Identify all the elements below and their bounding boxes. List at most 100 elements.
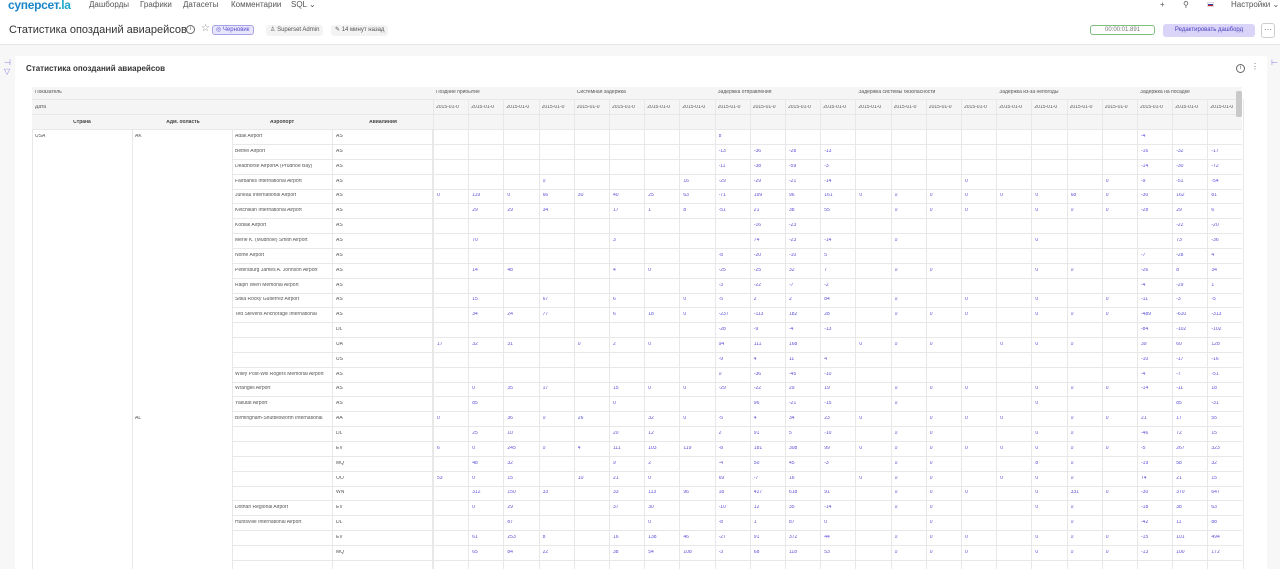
value-cell: 182 (789, 312, 798, 318)
value-cell: 32 (472, 341, 478, 347)
value-cell: 0 (1035, 237, 1039, 243)
value-cell: 8 (1035, 460, 1039, 466)
value-cell: 38 (1176, 505, 1182, 511)
value-cell: 108 (683, 549, 692, 555)
value-cell: 372 (789, 534, 798, 540)
row-divider (32, 99, 1242, 100)
value-cell: 34 (1211, 267, 1217, 273)
value-cell: -8 (718, 252, 724, 258)
value-cell: -14 (1141, 163, 1149, 169)
value-cell: 0 (929, 193, 933, 199)
value-cell: -42 (1141, 520, 1149, 526)
value-cell: 85 (472, 401, 478, 407)
value-cell: 81 (1211, 193, 1217, 199)
value-cell: -4 (1141, 134, 1146, 139)
row-divider (232, 455, 1242, 457)
value-cell: 119 (683, 445, 692, 451)
value-cell: 0 (965, 312, 968, 318)
value-cell: 323 (1211, 445, 1220, 451)
date-header: 2015-01-0 (647, 105, 670, 110)
value-cell: 0 (1035, 401, 1039, 407)
value-cell: 91 (824, 490, 830, 496)
date-header: 2015-01-0 (1069, 105, 1093, 110)
value-cell: 21 (613, 475, 619, 481)
value-cell: 0 (1000, 445, 1003, 451)
value-cell: 0 (1070, 505, 1074, 511)
value-cell: 0 (683, 312, 687, 318)
value-cell: 0 (1105, 445, 1109, 451)
value-cell: 2 (613, 341, 616, 347)
value-cell: 331 (1070, 490, 1079, 496)
value-cell: -13 (824, 327, 832, 333)
value-cell: -31 (1211, 401, 1219, 407)
value-cell: 0 (859, 341, 863, 347)
value-cell: 0 (929, 312, 933, 318)
value-cell: 6 (437, 445, 440, 451)
value-cell: 36 (507, 416, 513, 422)
value-cell: 99 (824, 445, 830, 451)
row-divider (232, 158, 1242, 160)
airline-cell: AS (336, 267, 343, 273)
value-cell: 53 (437, 475, 443, 481)
value-cell: -8 (718, 445, 724, 451)
value-cell: -3 (718, 549, 724, 555)
value-cell: 16 (683, 178, 689, 184)
value-cell: 0 (437, 416, 440, 422)
value-cell: -72 (1211, 163, 1219, 169)
value-cell: 0 (1070, 416, 1074, 422)
value-cell: -7 (753, 475, 759, 481)
date-header: 2015-01-0 (1104, 105, 1128, 110)
value-cell: -9 (718, 356, 724, 362)
airport-cell: Bethel Airport (235, 148, 266, 154)
value-cell: -38 (753, 163, 762, 169)
value-cell: 67 (542, 297, 549, 303)
value-cell: 245 (507, 445, 516, 451)
value-cell: -36 (753, 148, 762, 154)
value-cell: -51 (718, 208, 726, 214)
value-cell: -5 (718, 297, 724, 303)
value-cell: 0 (1105, 416, 1109, 422)
value-cell: 0 (894, 549, 898, 555)
row-divider (232, 277, 1242, 279)
column-divider (332, 129, 333, 569)
column-divider (891, 99, 892, 569)
value-cell: 0 (929, 475, 933, 481)
row-divider (232, 411, 1242, 413)
value-cell: 0 (894, 401, 898, 407)
value-cell: 74 (753, 237, 760, 243)
value-cell: -25 (718, 267, 726, 273)
value-cell: 48 (472, 460, 478, 466)
value-cell: 267 (1176, 445, 1185, 451)
value-cell: 119 (472, 193, 481, 199)
value-cell: 66 (542, 193, 549, 199)
value-cell: 58 (1176, 460, 1182, 466)
row-divider (232, 233, 1242, 235)
value-cell: -22 (753, 386, 762, 392)
value-cell: 17 (1176, 416, 1182, 422)
row-divider (232, 366, 1242, 368)
column-divider (750, 99, 751, 569)
airport-cell: Sitka Rocky Gutierrez Airport (235, 297, 300, 303)
value-cell: 103 (648, 445, 657, 451)
value-cell: -4 (1141, 371, 1146, 377)
column-divider (132, 129, 133, 569)
row-header-2: Аэропорт (269, 120, 295, 125)
value-cell: 111 (613, 445, 621, 451)
column-divider (32, 129, 33, 569)
value-cell: -113 (753, 312, 764, 318)
airport-cell: Kodiak Airport (235, 223, 267, 229)
value-cell: 8 (1176, 267, 1179, 273)
value-cell: -4 (1141, 282, 1146, 288)
row-divider (232, 500, 1242, 502)
value-cell: -15 (824, 401, 832, 407)
value-cell: -610 (1176, 312, 1187, 318)
table-scrollbar[interactable] (1236, 91, 1242, 117)
value-cell: 25 (472, 431, 478, 436)
value-cell: 32 (648, 416, 654, 422)
value-cell: -102 (1211, 327, 1222, 333)
value-cell: 7 (824, 267, 827, 273)
value-cell: 87 (789, 520, 795, 526)
value-cell: 30 (577, 193, 584, 199)
value-cell: 494 (1211, 534, 1220, 540)
value-cell: 0 (542, 416, 546, 422)
